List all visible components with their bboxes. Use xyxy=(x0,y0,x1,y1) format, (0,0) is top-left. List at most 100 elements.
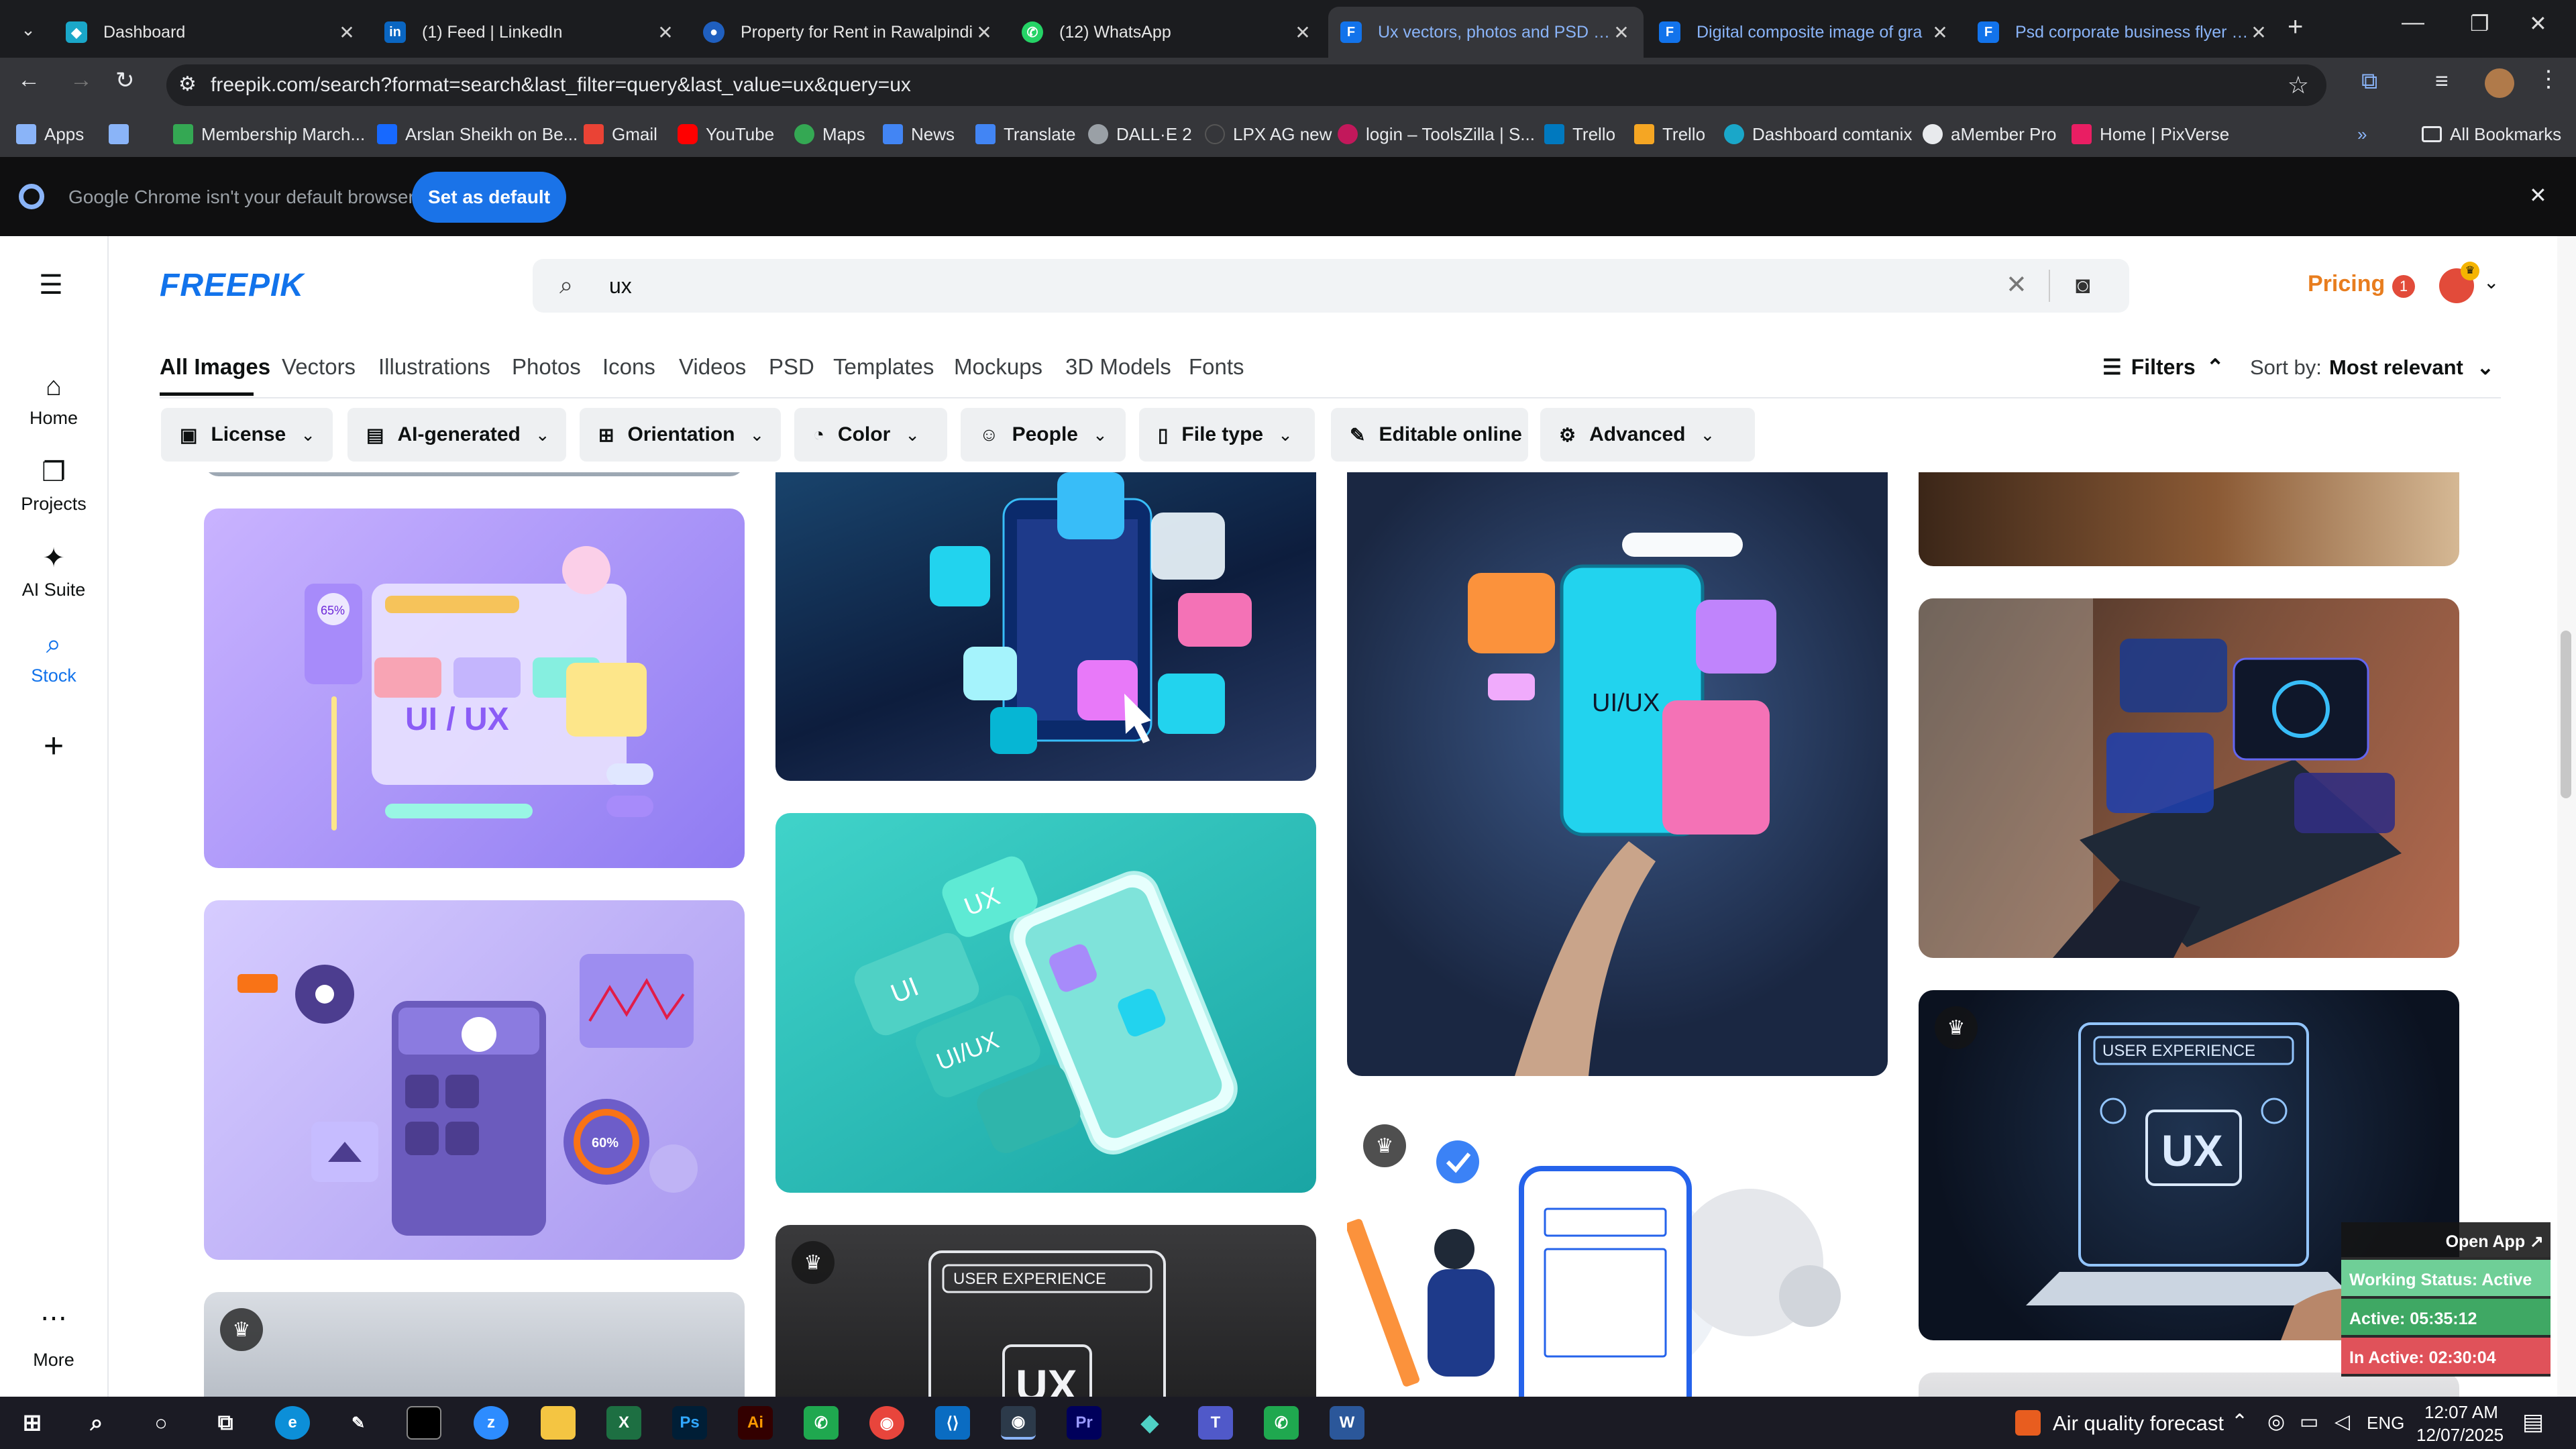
chrome-active-icon[interactable]: ◉ xyxy=(1001,1406,1036,1440)
bookmark-dalle[interactable]: DALL·E 2 xyxy=(1088,121,1192,148)
avatar[interactable] xyxy=(2485,68,2514,98)
sort-dropdown[interactable]: Most relevant ⌄ xyxy=(2329,356,2494,380)
teams-icon[interactable]: T xyxy=(1198,1406,1233,1440)
close-icon[interactable]: ✕ xyxy=(655,21,676,44)
photoshop-icon[interactable]: Ps xyxy=(672,1406,707,1440)
bookmark-pixverse[interactable]: Home | PixVerse xyxy=(2072,121,2229,148)
result-image[interactable] xyxy=(1919,472,2459,566)
clock-date[interactable]: 12/07/2025 xyxy=(2416,1425,2504,1446)
freepik-logo[interactable]: FREEPIK xyxy=(160,267,304,304)
close-icon[interactable]: ✕ xyxy=(1293,21,1313,44)
tab-photos[interactable]: Photos xyxy=(512,354,581,380)
camera-icon[interactable]: ◙ xyxy=(2076,271,2090,299)
back-icon[interactable]: ← xyxy=(17,67,40,93)
clock-time[interactable]: 12:07 AM xyxy=(2424,1402,2498,1423)
bookmark-grid[interactable] xyxy=(109,121,137,148)
tab-3d-models[interactable]: 3D Models xyxy=(1065,354,1171,380)
address-bar[interactable]: ⚙ freepik.com/search?format=search&last_… xyxy=(166,64,2326,106)
cortana-icon[interactable]: ○ xyxy=(144,1406,178,1440)
orientation-filter[interactable]: ⊞ Orientation ⌄ xyxy=(580,408,781,462)
tab-illustrations[interactable]: Illustrations xyxy=(378,354,490,380)
search-icon[interactable]: ⌕ xyxy=(79,1406,114,1440)
more-bookmarks-icon[interactable]: » xyxy=(2357,121,2367,148)
edge-icon[interactable]: e xyxy=(275,1406,310,1440)
premiere-icon[interactable]: Pr xyxy=(1067,1406,1102,1440)
bookmark-trello-2[interactable]: Trello xyxy=(1634,121,1705,148)
media-icon[interactable]: ≡ xyxy=(2435,68,2449,95)
notification-bell-icon[interactable]: 1 xyxy=(2392,275,2415,298)
tab-freepik-composite[interactable]: F Digital composite image of gra ✕ xyxy=(1647,7,1962,58)
illustrator-icon[interactable]: Ai xyxy=(738,1406,773,1440)
bookmark-amember[interactable]: aMember Pro xyxy=(1923,121,2057,148)
file-explorer-icon[interactable] xyxy=(541,1406,576,1440)
tab-psd[interactable]: PSD xyxy=(769,354,814,380)
bookmark-membership[interactable]: Membership March... xyxy=(173,121,365,148)
tab-dashboard[interactable]: ◆ Dashboard ✕ xyxy=(54,7,369,58)
clock-app-icon[interactable]: ✆ xyxy=(804,1406,839,1440)
bookmark-toolszilla[interactable]: login – ToolsZilla | S... xyxy=(1338,121,1535,148)
menu-icon[interactable]: ⋮ xyxy=(2537,66,2560,93)
close-icon[interactable]: ✕ xyxy=(974,21,994,44)
windows-start-icon[interactable]: ⊞ xyxy=(15,1406,50,1440)
tab-icons[interactable]: Icons xyxy=(602,354,655,380)
tab-videos[interactable]: Videos xyxy=(679,354,746,380)
zoom-icon[interactable]: z xyxy=(474,1406,508,1440)
bookmark-apps[interactable]: Apps xyxy=(16,121,84,148)
weather-icon[interactable] xyxy=(2015,1410,2041,1436)
tab-freepik-ux[interactable]: F Ux vectors, photos and PSD files ✕ xyxy=(1328,7,1644,58)
excel-icon[interactable]: X xyxy=(606,1406,641,1440)
result-image[interactable]: ♛ xyxy=(1347,1108,1888,1397)
volume-icon[interactable]: ◁ xyxy=(2334,1410,2350,1434)
tray-chevron-icon[interactable]: ⌃ xyxy=(2231,1410,2248,1434)
bookmark-news[interactable]: News xyxy=(883,121,955,148)
advanced-filter[interactable]: ⚙ Advanced ⌄ xyxy=(1540,408,1755,462)
sidebar-item-projects[interactable]: ❐ Projects xyxy=(0,458,107,515)
terminal-icon[interactable] xyxy=(407,1406,441,1440)
reload-icon[interactable]: ↻ xyxy=(115,67,135,94)
phone-app-icon[interactable]: ✆ xyxy=(1264,1406,1299,1440)
bookmark-gmail[interactable]: Gmail xyxy=(584,121,657,148)
tab-vectors[interactable]: Vectors xyxy=(282,354,356,380)
sidebar-item-ai-suite[interactable]: ✦ AI Suite xyxy=(0,543,107,600)
result-image[interactable]: 65% UI / UX xyxy=(204,508,745,868)
close-icon[interactable]: ✕ xyxy=(337,21,357,44)
sidebar-item-more[interactable]: More xyxy=(0,1350,107,1371)
tab-fonts[interactable]: Fonts xyxy=(1189,354,1244,380)
result-image[interactable] xyxy=(1919,598,2459,958)
result-image[interactable] xyxy=(775,472,1316,781)
result-image[interactable]: ♛ USER EXPERIENCE UX xyxy=(775,1225,1316,1397)
open-app-link[interactable]: Open App ↗ xyxy=(2341,1222,2551,1257)
account-chevron-icon[interactable]: ⌄ xyxy=(2483,271,2499,293)
minimize-button[interactable]: — xyxy=(2402,9,2424,36)
tray-camera-icon[interactable]: ◎ xyxy=(2267,1410,2285,1434)
license-filter[interactable]: ▣ License ⌄ xyxy=(161,408,333,462)
sidebar-item-home[interactable]: ⌂ Home xyxy=(0,372,107,429)
page-scrollbar[interactable] xyxy=(2557,236,2576,1397)
editable-online-filter[interactable]: ✎ Editable online xyxy=(1331,408,1528,462)
bookmark-translate[interactable]: Translate xyxy=(975,121,1075,148)
filters-toggle[interactable]: ☰ Filters ⌃ xyxy=(2102,354,2224,380)
forward-icon[interactable]: → xyxy=(70,67,93,93)
result-image[interactable]: 60% xyxy=(204,900,745,1260)
language-indicator[interactable]: ENG xyxy=(2367,1413,2404,1434)
search-bar[interactable]: ⌕ ux ✕ ◙ xyxy=(533,259,2129,313)
tab-property[interactable]: ● Property for Rent in Rawalpindi ✕ xyxy=(691,7,1006,58)
result-image[interactable]: UI/UX xyxy=(1347,472,1888,1076)
tab-linkedin[interactable]: in (1) Feed | LinkedIn ✕ xyxy=(372,7,688,58)
tab-whatsapp[interactable]: ✆ (12) WhatsApp ✕ xyxy=(1010,7,1325,58)
hamburger-menu-icon[interactable]: ☰ xyxy=(39,270,63,301)
bookmark-lpx[interactable]: LPX AG new xyxy=(1205,121,1332,148)
notification-center-icon[interactable]: ▤ xyxy=(2522,1409,2544,1436)
app-diamond-icon[interactable]: ◆ xyxy=(1132,1406,1167,1440)
bookmark-trello-1[interactable]: Trello xyxy=(1544,121,1615,148)
word-icon[interactable]: W xyxy=(1330,1406,1364,1440)
search-input[interactable]: ux xyxy=(609,274,632,299)
bookmark-maps[interactable]: Maps xyxy=(794,121,865,148)
bookmark-comtanix[interactable]: Dashboard comtanix xyxy=(1724,121,1912,148)
task-view-icon[interactable]: ⧉ xyxy=(208,1406,243,1440)
close-icon[interactable]: ✕ xyxy=(2249,21,2269,44)
tab-search-button[interactable]: ⌄ xyxy=(13,15,43,44)
scrollbar-thumb[interactable] xyxy=(2561,631,2571,798)
window-close-button[interactable]: ✕ xyxy=(2529,11,2547,36)
clear-search-icon[interactable]: ✕ xyxy=(2006,270,2027,300)
